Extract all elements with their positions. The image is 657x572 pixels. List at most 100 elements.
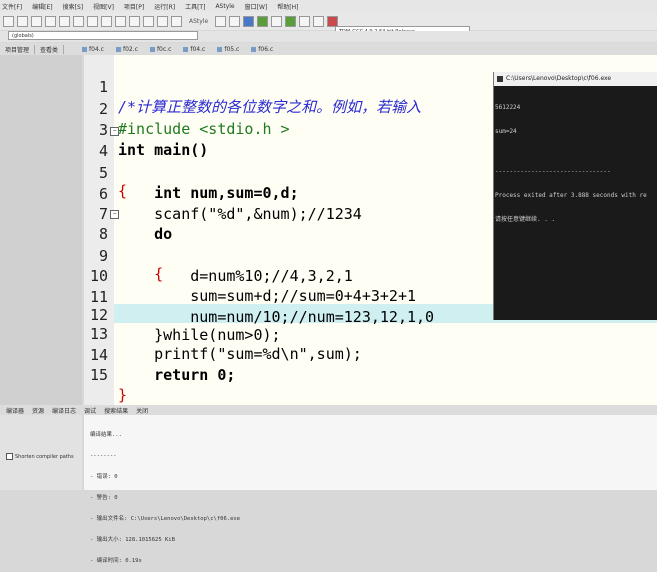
code-line[interactable]: 5 int num,sum=0,d; [84,143,299,202]
redo-icon[interactable] [101,15,112,27]
tab-close[interactable]: 关闭 [136,406,148,415]
code-text: num=num/10;//num=123,12,1,0 [118,308,435,326]
menu-view[interactable]: 视图[V] [93,2,114,11]
close-file-icon[interactable] [59,15,70,27]
code-line[interactable]: 9 d=num%10;//4,3,2,1 [84,226,353,285]
find-icon[interactable] [115,15,126,27]
fold-toggle-icon[interactable]: − [110,127,119,136]
code-text: }while(num>0); [118,326,281,344]
code-line[interactable]: 10 sum=sum+d;//sum=0+4+3+2+1 [84,246,416,305]
tab-search-results[interactable]: 搜索结果 [104,406,128,415]
menu-project[interactable]: 项目[P] [124,2,144,11]
code-line[interactable]: 14 return 0; [84,325,235,384]
menu-window[interactable]: 窗口[W] [245,2,268,11]
print-icon[interactable] [73,15,84,27]
file-tab[interactable]: f04.c [76,46,110,53]
replace-icon[interactable] [129,15,140,27]
astyle-label[interactable]: AStyle [189,18,208,25]
code-line[interactable]: 12 }while(num>0); [84,285,281,344]
code-text: scanf("%d",&num);//1234 [118,205,362,223]
code-line[interactable]: 3 int main() [84,100,208,159]
tab-compile-log[interactable]: 编译日志 [52,406,76,415]
stop-icon[interactable] [327,15,339,27]
main-toolbar: AStyle [0,12,657,30]
console-titlebar[interactable]: C:\Users\Lenovo\Desktop\c\f06.exe [494,72,657,86]
tab-row: 项目管理 查看类 f04.c f02.c f0c.c f04.c f05.c f… [0,43,657,55]
goto-icon[interactable] [143,15,154,27]
fold-toggle-icon[interactable]: − [110,210,119,219]
menu-file[interactable]: 文件[F] [2,2,22,11]
c-file-icon [217,46,223,52]
console-line: 5612224 [495,104,521,111]
new-file-icon[interactable] [3,15,14,27]
code-text: do [118,225,173,243]
open-file-icon[interactable] [17,15,28,27]
menu-bar: 文件[F] 编辑[E] 搜索[S] 视图[V] 项目[P] 运行[R] 工具[T… [0,0,657,12]
code-line[interactable]: 13 printf("sum=%d\n",sum); [84,304,362,363]
code-line[interactable]: 4 − { [84,121,127,200]
file-tab-active[interactable]: f06.c [245,46,279,53]
console-output: 5612224 sum=24 -------------------------… [494,86,657,242]
code-line[interactable]: 6 scanf("%d",&num);//1234 [84,164,362,223]
code-text: int main() [118,141,209,159]
tab-compiler[interactable]: 编译器 [6,406,24,415]
file-tab-label: f04.c [89,45,104,53]
code-line[interactable]: 15 } [84,345,127,404]
c-file-icon [149,46,155,52]
code-text: #include <stdio.h > [118,120,290,138]
file-tab[interactable]: f0c.c [144,46,177,53]
output-line: -------- [90,453,117,459]
menu-run[interactable]: 运行[R] [154,2,175,11]
undo-icon[interactable] [87,15,98,27]
code-text: d=num%10;//4,3,2,1 [118,267,353,285]
tab-class-view[interactable]: 查看类 [35,44,65,54]
console-line: -------------------------------- [495,168,611,175]
tab-project-manager[interactable]: 项目管理 [0,44,36,54]
menu-help[interactable]: 帮助[H] [277,2,298,11]
output-line: - 输出文件名: C:\Users\Lenovo\Desktop\c\f06.e… [90,516,241,522]
menu-astyle[interactable]: AStyle [215,3,234,10]
console-title: C:\Users\Lenovo\Desktop\c\f06.exe [506,75,612,82]
tab-resources[interactable]: 资源 [32,406,44,415]
run-icon[interactable] [243,15,255,27]
code-text: return 0; [118,366,236,384]
code-text: } [118,386,128,404]
file-tab-label: f0c.c [156,45,172,53]
chart-icon[interactable] [299,15,311,27]
menu-edit[interactable]: 编辑[E] [32,2,52,11]
console-window[interactable]: C:\Users\Lenovo\Desktop\c\f06.exe 561222… [493,72,657,320]
unindent-icon[interactable] [171,15,182,27]
checkbox-box[interactable] [6,453,13,460]
code-line[interactable]: 2 #include <stdio.h > [84,79,290,138]
code-line[interactable]: 8 − { [84,204,163,283]
save-icon[interactable] [31,15,42,27]
code-line[interactable]: 11 num=num/10;//num=123,12,1,0 [84,267,434,326]
check-icon[interactable] [285,15,297,27]
code-line[interactable]: 7 do [84,184,172,243]
debug-icon[interactable] [313,15,325,27]
code-text: printf("sum=%d\n",sum); [118,345,362,363]
rebuild-icon[interactable] [271,15,283,27]
code-text: int num,sum=0,d; [118,184,299,202]
output-line: - 错误: 0 [90,474,118,480]
shorten-paths-checkbox[interactable]: Shorten compiler paths [6,453,74,460]
output-line: - 编译时间: 0.19s [90,558,142,564]
compile-run-icon[interactable] [257,15,269,27]
globals-dropdown[interactable]: (globals) [8,31,198,40]
compile-icon[interactable] [229,15,241,27]
file-tab[interactable]: f05.c [211,46,245,53]
code-text: sum=sum+d;//sum=0+4+3+2+1 [118,287,417,305]
file-tab-label: f04.c [190,45,206,53]
file-tab-label: f06.c [258,45,274,53]
file-tab-label: f05.c [224,45,240,53]
file-tab[interactable]: f02.c [110,46,144,53]
tab-debug[interactable]: 调试 [84,406,96,415]
menu-tools[interactable]: 工具[T] [185,2,205,11]
menu-search[interactable]: 搜索[S] [63,2,84,11]
indent-icon[interactable] [157,15,168,27]
file-tab[interactable]: f04.c [177,46,211,53]
grid-icon[interactable] [215,15,227,27]
c-file-icon [115,46,121,52]
code-line[interactable]: 1 /*计算正整数的各位数字之和。例如，若输入 [84,57,421,116]
save-all-icon[interactable] [45,15,56,27]
